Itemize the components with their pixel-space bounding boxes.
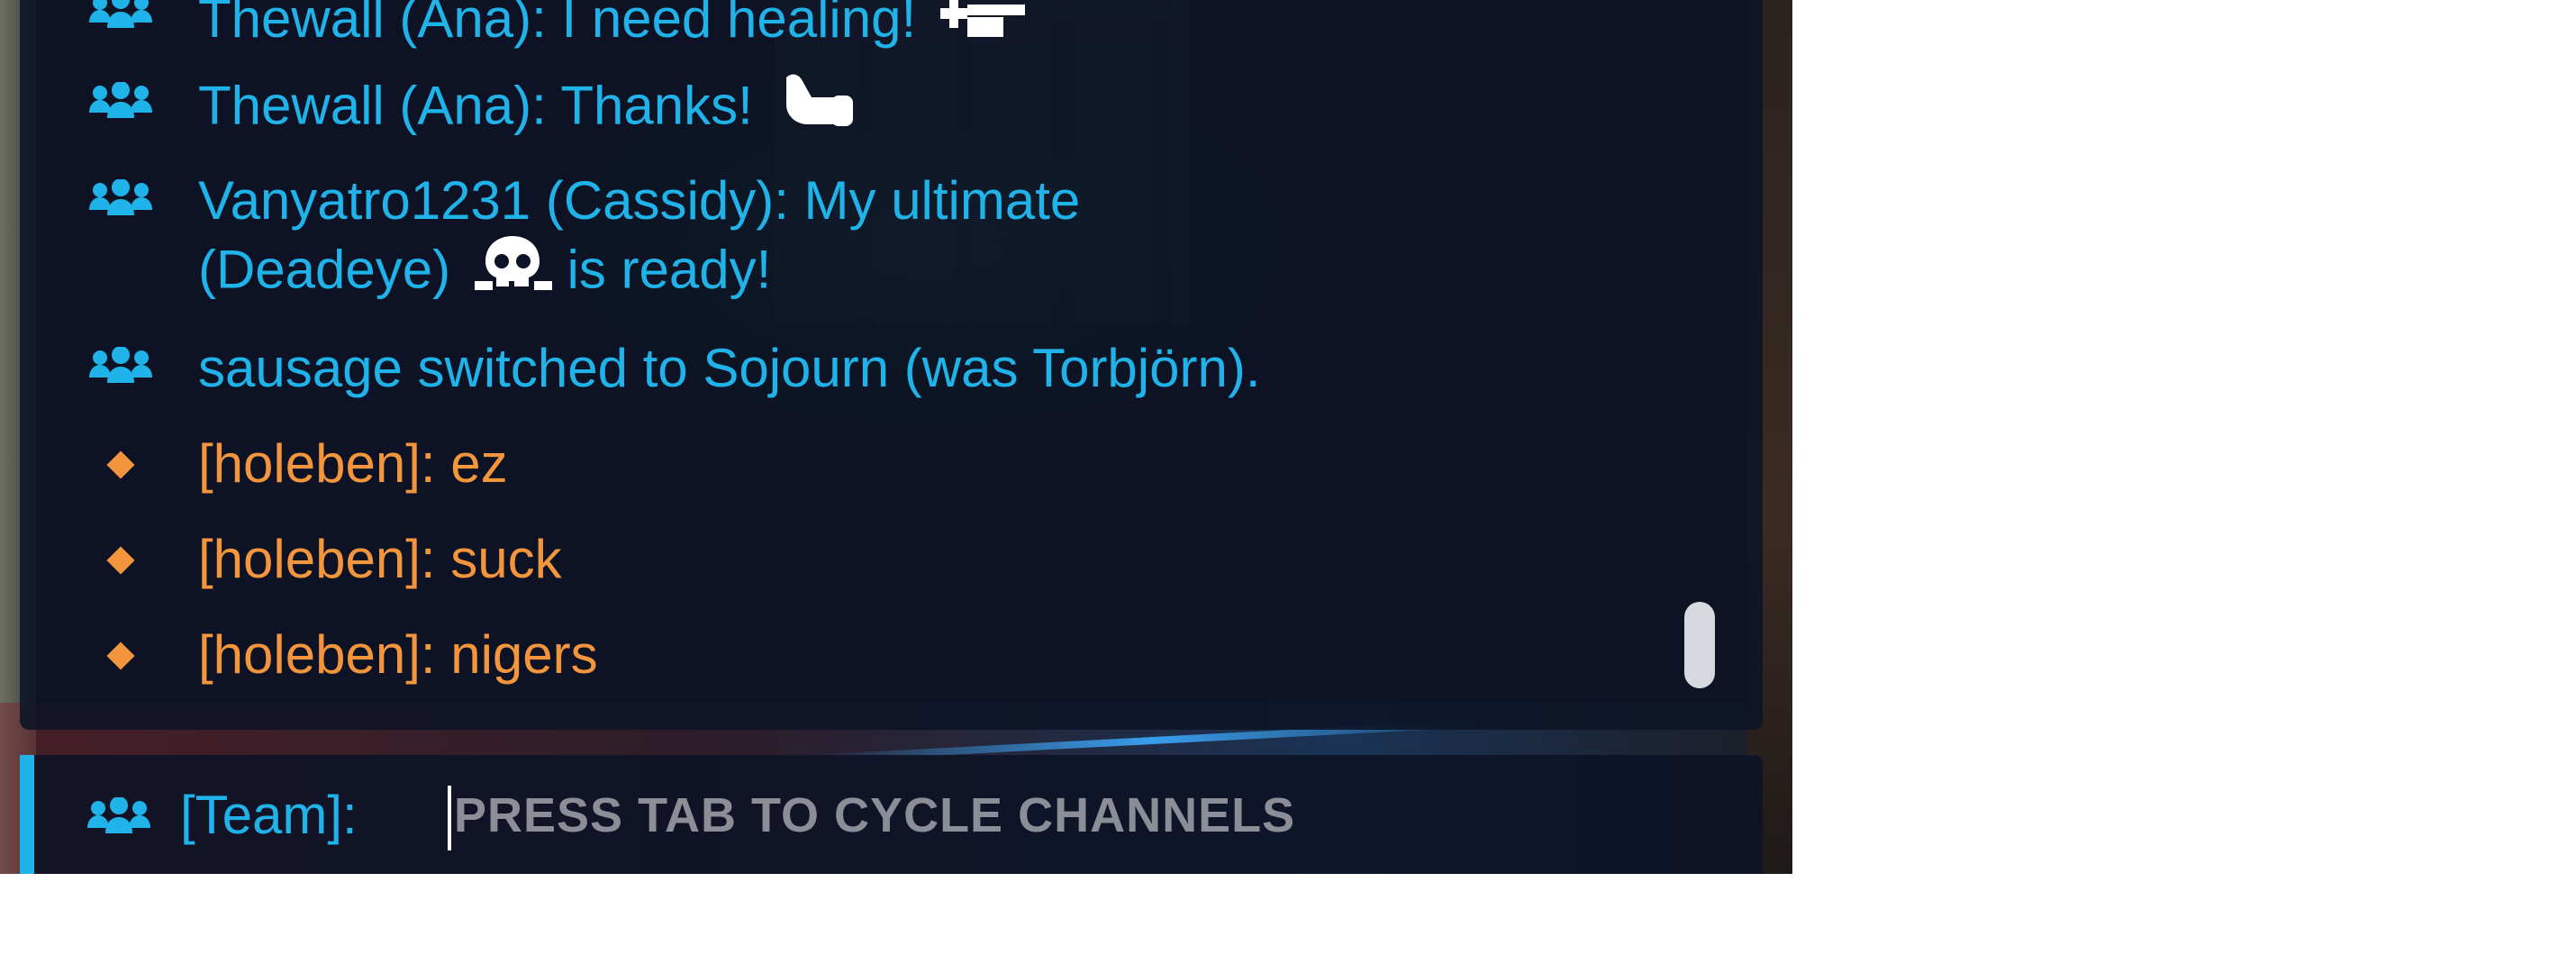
team-icon — [85, 173, 157, 227]
thumbs-up-icon — [777, 70, 858, 149]
channel-accent-bar — [20, 755, 34, 874]
chat-log[interactable]: Thewall (Ana): I need healing! Thewall (… — [20, 0, 1763, 730]
chat-message-text: Thewall (Ana): I need healing! — [198, 0, 917, 49]
text-caret — [448, 786, 451, 850]
game-scene: Thewall (Ana): I need healing! Thewall (… — [0, 0, 1792, 874]
chat-message-text: Thewall (Ana): Thanks! — [198, 75, 753, 136]
team-icon — [81, 791, 157, 845]
team-icon — [85, 341, 157, 395]
skull-icon — [474, 234, 552, 313]
hand-pointing-icon — [939, 0, 1030, 56]
chat-input-bar[interactable]: [Team]: — [20, 755, 1763, 874]
chat-message-text: [holeben]: suck — [198, 529, 562, 589]
chat-input[interactable] — [454, 782, 1715, 849]
chat-message-text: is ready! — [567, 239, 772, 300]
match-diamond-icon — [85, 533, 157, 587]
team-icon — [85, 76, 157, 130]
match-diamond-icon — [85, 629, 157, 683]
chat-scrollbar-thumb[interactable] — [1684, 602, 1715, 688]
match-diamond-icon — [85, 438, 157, 492]
chat-message-text: (Deadeye) — [198, 239, 451, 300]
chat-message-text: sausage switched to Sojourn (was Torbjör… — [198, 338, 1261, 398]
team-icon — [85, 0, 157, 40]
chat-message-text: [holeben]: nigers — [198, 624, 598, 685]
channel-label[interactable]: [Team]: — [180, 782, 358, 849]
chat-message-text: [holeben]: ez — [198, 433, 508, 494]
chat-message-text: Vanyatro1231 (Cassidy): My ultimate — [198, 170, 1081, 231]
